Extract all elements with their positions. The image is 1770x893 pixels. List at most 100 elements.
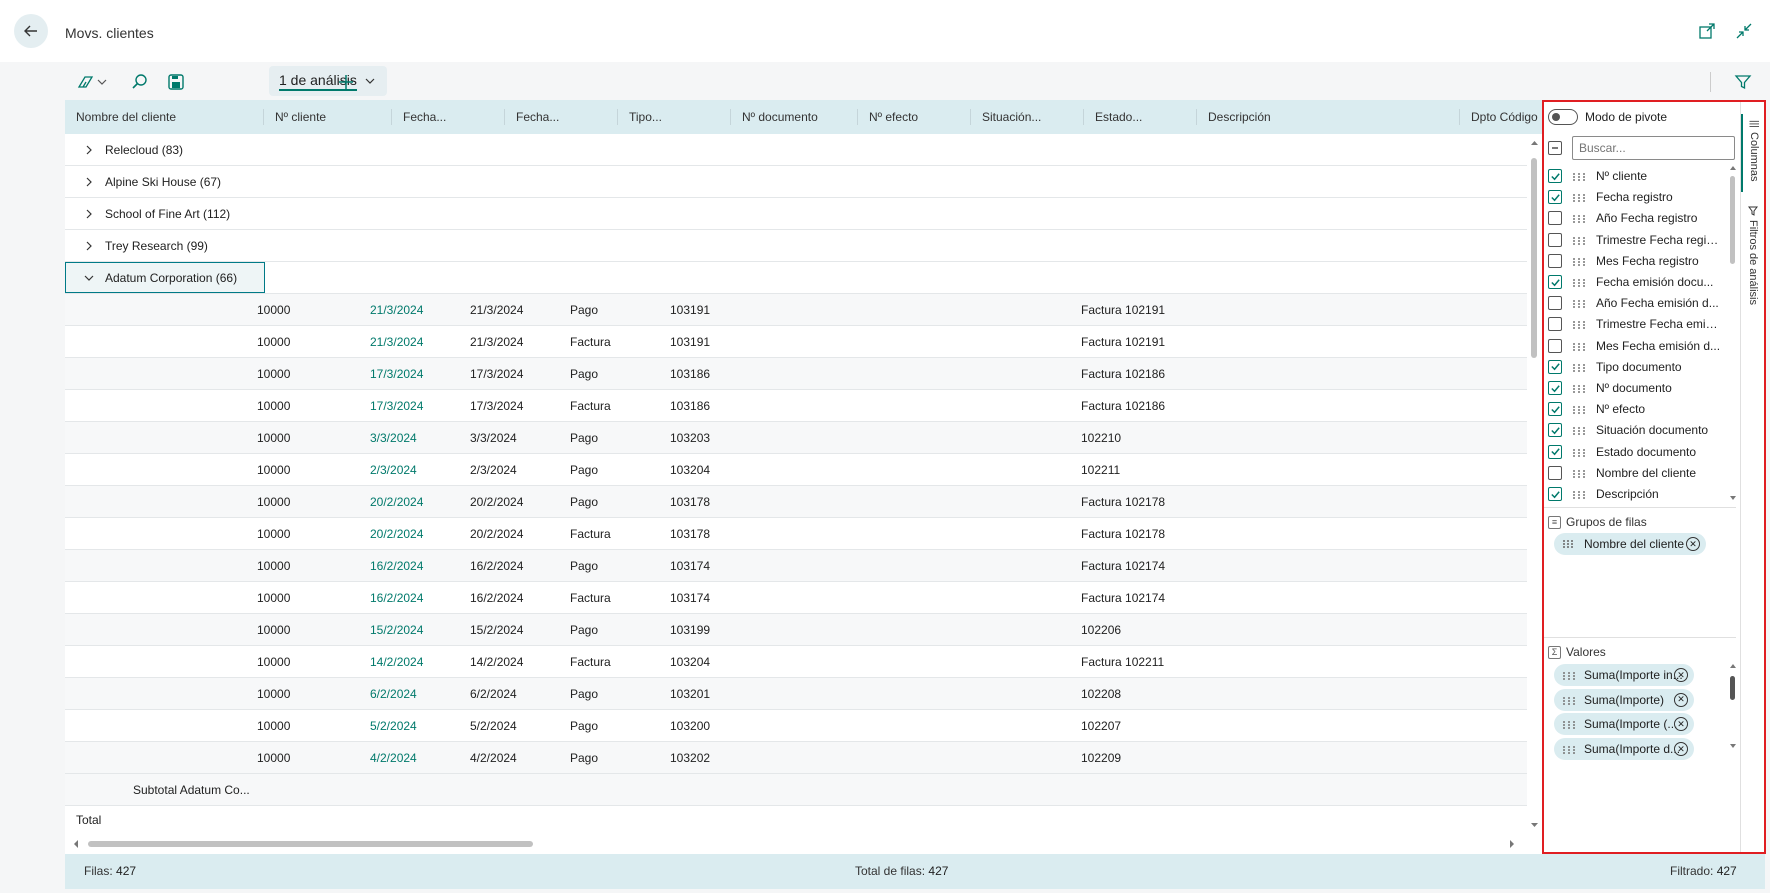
table-row[interactable]: 10000 14/2/2024 14/2/2024 Factura 103204 Fact… [65,646,1527,678]
drag-handle-icon[interactable] [1572,383,1586,393]
table-row[interactable]: 10000 17/3/2024 17/3/2024 Factura 103186 Fact… [65,390,1527,422]
table-row[interactable]: 10000 16/2/2024 16/2/2024 Factura 103174 Fact… [65,582,1527,614]
drag-handle-icon[interactable] [1572,425,1586,436]
table-row[interactable]: 10000 4/2/2024 4/2/2024 Pago 103202 102209 [65,742,1527,774]
remove-icon[interactable]: ✕ [1674,692,1688,707]
cell-fecha-registro[interactable]: 4/2/2024 [370,742,417,774]
group-row[interactable]: Alpine Ski House (67) [65,166,1527,198]
pivot-mode[interactable]: Modo de pivote [1548,106,1667,128]
cell-fecha-registro[interactable]: 21/3/2024 [370,294,423,326]
cell-fecha-registro[interactable]: 17/3/2024 [370,390,423,422]
drag-handle-icon[interactable] [1562,670,1575,680]
tab-columns[interactable]: ||| Columnas [1741,114,1765,192]
remove-icon[interactable]: ✕ [1686,537,1700,551]
tab-analysis-1[interactable]: 1 de análisis [269,66,387,96]
table-row[interactable]: 10000 15/2/2024 15/2/2024 Pago 103199 102206 [65,614,1527,646]
group-row-expanded[interactable]: Adatum Corporation (66) [65,262,1527,294]
column-checkbox[interactable] [1548,190,1562,205]
add-analysis-icon[interactable] [335,71,357,93]
col-header-situacion[interactable]: Situación... [971,100,1083,134]
values-scroll-thumb[interactable] [1730,676,1735,700]
column-checkbox[interactable] [1548,211,1562,226]
cell-fecha-registro[interactable]: 15/2/2024 [370,614,423,646]
drag-handle-icon[interactable] [1572,341,1586,351]
row-group-chip[interactable]: Nombre del cliente ✕ [1554,533,1706,555]
vertical-scroll-thumb[interactable] [1531,158,1537,358]
value-chip[interactable]: Suma(Importe d... ✕ [1554,738,1694,761]
analysis-mode-icon[interactable] [75,71,109,93]
column-checkbox[interactable] [1548,253,1562,268]
cell-fecha-registro[interactable]: 5/2/2024 [370,710,417,742]
cell-fecha-registro[interactable]: 21/3/2024 [370,326,423,358]
col-header-tipo[interactable]: Tipo... [618,100,730,134]
remove-icon[interactable]: ✕ [1674,742,1688,757]
table-row[interactable]: 10000 2/3/2024 2/3/2024 Pago 103204 102211 [65,454,1527,486]
save-analysis-icon[interactable] [165,71,187,93]
values-scrollbar[interactable] [1728,662,1738,750]
table-row[interactable]: 10000 21/3/2024 21/3/2024 Pago 103191 Factura… [65,294,1527,326]
drag-handle-icon[interactable] [1572,362,1586,372]
cell-fecha-registro[interactable]: 6/2/2024 [370,678,417,710]
table-row[interactable]: 10000 6/2/2024 6/2/2024 Pago 103201 102208 [65,678,1527,710]
column-checkbox[interactable] [1548,465,1562,480]
cell-fecha-registro[interactable]: 17/3/2024 [370,358,423,390]
tab-filters[interactable]: Filtros de análisis [1741,200,1765,310]
group-row[interactable]: School of Fine Art (112) [65,198,1527,230]
col-header-n-documento[interactable]: Nº documento [731,100,857,134]
cell-fecha-registro[interactable]: 16/2/2024 [370,550,423,582]
column-checkbox[interactable] [1548,487,1562,501]
table-row[interactable]: 10000 17/3/2024 17/3/2024 Pago 103186 Factura… [65,358,1527,390]
drag-handle-icon[interactable] [1572,235,1586,245]
value-chip[interactable]: Suma(Importe (... ✕ [1554,713,1694,736]
cell-fecha-registro[interactable]: 14/2/2024 [370,646,423,678]
col-header-dpto-codigo[interactable]: Dpto Código [1460,100,1542,134]
column-list-scroll-thumb[interactable] [1730,176,1735,264]
col-header-nombre[interactable]: Nombre del cliente [65,100,263,134]
drag-handle-icon[interactable] [1572,468,1586,478]
value-chip[interactable]: Suma(Importe in... ✕ [1554,664,1694,686]
drag-handle-icon[interactable] [1562,695,1575,705]
drag-handle-icon[interactable] [1572,319,1586,330]
col-header-n-efecto[interactable]: Nº efecto [858,100,970,134]
table-row[interactable]: 10000 21/3/2024 21/3/2024 Factura 103191 Fact… [65,326,1527,358]
drag-handle-icon[interactable] [1572,404,1586,415]
table-row[interactable]: 10000 3/3/2024 3/3/2024 Pago 103203 102210 [65,422,1527,454]
cell-fecha-registro[interactable]: 3/3/2024 [370,422,417,454]
collapse-icon[interactable] [1735,22,1753,40]
group-row[interactable]: Trey Research (99) [65,230,1527,262]
column-list-scrollbar[interactable] [1728,164,1738,504]
table-row[interactable]: 10000 5/2/2024 5/2/2024 Pago 103200 102207 [65,710,1527,742]
column-checkbox[interactable] [1548,232,1562,247]
cell-fecha-registro[interactable]: 2/3/2024 [370,454,417,486]
group-row[interactable]: Relecloud (83) [65,134,1527,166]
column-checkbox[interactable] [1548,317,1562,332]
horizontal-scrollbar[interactable] [65,834,1527,854]
back-button[interactable] [14,14,48,48]
select-all-checkbox[interactable] [1548,141,1562,155]
table-row[interactable]: 10000 20/2/2024 20/2/2024 Factura 103178 Fact… [65,518,1527,550]
filter-icon[interactable] [1732,71,1754,93]
column-checkbox[interactable] [1548,444,1562,459]
column-checkbox[interactable] [1548,338,1562,353]
column-search-input[interactable] [1572,136,1735,160]
col-header-fecha-registro[interactable]: Fecha... [392,100,504,134]
drag-handle-icon[interactable] [1572,213,1586,224]
col-header-estado[interactable]: Estado... [1084,100,1196,134]
column-checkbox[interactable] [1548,423,1562,438]
drag-handle-icon[interactable] [1572,256,1586,266]
drag-handle-icon[interactable] [1572,298,1586,309]
drag-handle-icon[interactable] [1562,719,1575,730]
drag-handle-icon[interactable] [1572,171,1586,181]
remove-icon[interactable]: ✕ [1674,717,1688,732]
pivot-toggle[interactable] [1548,109,1578,125]
horizontal-scroll-thumb[interactable] [88,841,533,847]
column-checkbox[interactable] [1548,275,1562,289]
col-header-n-cliente[interactable]: Nº cliente [264,100,391,134]
vertical-scrollbar[interactable] [1527,134,1542,834]
column-checkbox[interactable] [1548,296,1562,311]
cell-fecha-registro[interactable]: 20/2/2024 [370,486,423,518]
drag-handle-icon[interactable] [1572,277,1586,287]
drag-handle-icon[interactable] [1562,744,1575,755]
open-new-window-icon[interactable] [1698,22,1716,40]
col-header-fecha-emision[interactable]: Fecha... [505,100,617,134]
